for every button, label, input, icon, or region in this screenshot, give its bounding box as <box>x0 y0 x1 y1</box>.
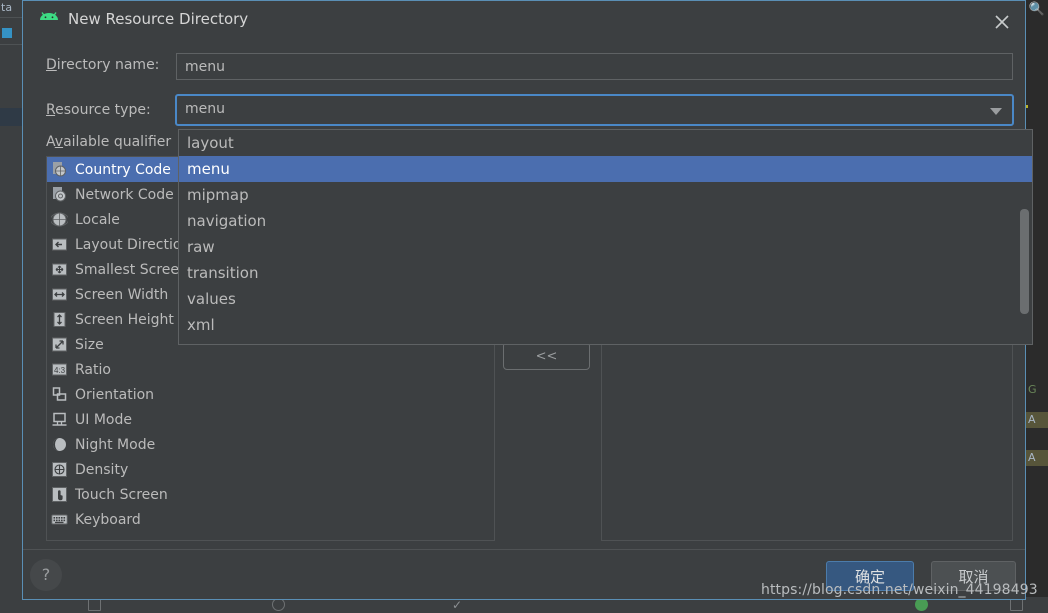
qualifier-item-keyboard[interactable]: Keyboard <box>47 507 494 532</box>
ide-left-selected-row <box>0 108 22 126</box>
new-resource-directory-dialog: New Resource Directory Directory name: R… <box>22 0 1033 600</box>
directory-name-input[interactable] <box>176 53 1013 80</box>
ide-left-divider <box>0 44 22 45</box>
arrow-vertical-icon <box>51 311 68 328</box>
country-code-icon <box>51 161 68 178</box>
ide-left-selection-marker <box>2 28 12 38</box>
ide-left-divider <box>0 17 22 18</box>
editor-code-line: G <box>1028 383 1037 396</box>
qualifier-item-label: Screen Width <box>75 286 169 303</box>
watermark-text: https://blog.csdn.net/weixin_44198493 <box>761 582 1038 598</box>
qualifier-item-label: Size <box>75 336 104 353</box>
qualifier-item-label: Layout Direction <box>75 236 191 253</box>
globe-icon <box>51 211 68 228</box>
dropdown-option-menu[interactable]: menu <box>179 156 1032 182</box>
qualifier-item-label: UI Mode <box>75 411 132 428</box>
resource-type-combobox[interactable]: menu <box>175 94 1014 126</box>
resize-all-icon <box>51 261 68 278</box>
footer-divider <box>23 549 1025 550</box>
help-button[interactable]: ? <box>30 559 62 591</box>
resource-type-value: menu <box>185 101 225 117</box>
qualifier-item-label: Locale <box>75 211 120 228</box>
qualifier-item-label: Touch Screen <box>75 486 168 503</box>
qualifier-item-label: Keyboard <box>75 511 141 528</box>
arrow-horizontal-icon <box>51 286 68 303</box>
close-icon[interactable] <box>989 9 1015 35</box>
qualifier-item-label: Orientation <box>75 386 155 403</box>
resource-type-label: Resource type: <box>46 102 151 118</box>
android-icon <box>38 11 60 29</box>
available-qualifiers-label: Available qualifier <box>46 134 172 150</box>
directory-name-row: Directory name: <box>23 53 1025 81</box>
editor-code-line: A <box>1026 450 1048 466</box>
ratio-icon: 4:3 <box>51 361 68 378</box>
touch-icon <box>51 486 68 503</box>
dropdown-scrollbar[interactable] <box>1020 209 1029 314</box>
dropdown-option-mipmap[interactable]: mipmap <box>179 182 1032 208</box>
qualifier-item-touch-screen[interactable]: Touch Screen <box>47 482 494 507</box>
qualifier-item-ratio[interactable]: 4:3 Ratio <box>47 357 494 382</box>
dropdown-option-layout[interactable]: layout <box>179 130 1032 156</box>
density-icon <box>51 461 68 478</box>
network-code-icon <box>51 186 68 203</box>
qualifier-item-label: Night Mode <box>75 436 156 453</box>
editor-code-line: A <box>1026 412 1048 428</box>
chosen-qualifiers-list[interactable] <box>601 342 1013 541</box>
dropdown-option-transition[interactable]: transition <box>179 260 1032 286</box>
dropdown-option-navigation[interactable]: navigation <box>179 208 1032 234</box>
dialog-title-bar: New Resource Directory <box>23 1 1025 41</box>
remove-qualifier-button[interactable]: << <box>503 342 590 370</box>
svg-text:4:3: 4:3 <box>54 366 66 375</box>
directory-name-label: Directory name: <box>46 57 160 73</box>
keyboard-icon <box>51 511 68 528</box>
qualifier-item-ui-mode[interactable]: UI Mode <box>47 407 494 432</box>
dropdown-option-xml[interactable]: xml <box>179 312 1032 338</box>
diagonal-arrow-icon <box>51 336 68 353</box>
chevron-down-icon[interactable] <box>990 108 1002 115</box>
dialog-title: New Resource Directory <box>68 10 249 28</box>
qualifier-item-label: Screen Height <box>75 311 174 328</box>
status-bar-icon[interactable]: ✓ <box>452 599 462 612</box>
orientation-icon <box>51 386 68 403</box>
resource-type-dropdown-popup[interactable]: layout menu mipmap navigation raw transition v… <box>178 129 1033 345</box>
qualifier-item-orientation[interactable]: Orientation <box>47 382 494 407</box>
ide-left-toolwindow-strip: ta <box>0 0 22 613</box>
qualifier-item-label: Network Code <box>75 186 174 203</box>
ui-mode-icon <box>51 411 68 428</box>
dropdown-option-values[interactable]: values <box>179 286 1032 312</box>
moon-icon <box>51 436 68 453</box>
qualifier-item-night-mode[interactable]: Night Mode <box>47 432 494 457</box>
qualifier-item-label: Ratio <box>75 361 111 378</box>
qualifier-item-density[interactable]: Density <box>47 457 494 482</box>
qualifier-item-label: Density <box>75 461 129 478</box>
ide-left-tab-label: ta <box>0 0 22 16</box>
search-icon[interactable]: 🔍 <box>1029 2 1045 17</box>
arrow-left-icon <box>51 236 68 253</box>
dropdown-option-raw[interactable]: raw <box>179 234 1032 260</box>
qualifier-item-label: Country Code <box>75 161 171 178</box>
